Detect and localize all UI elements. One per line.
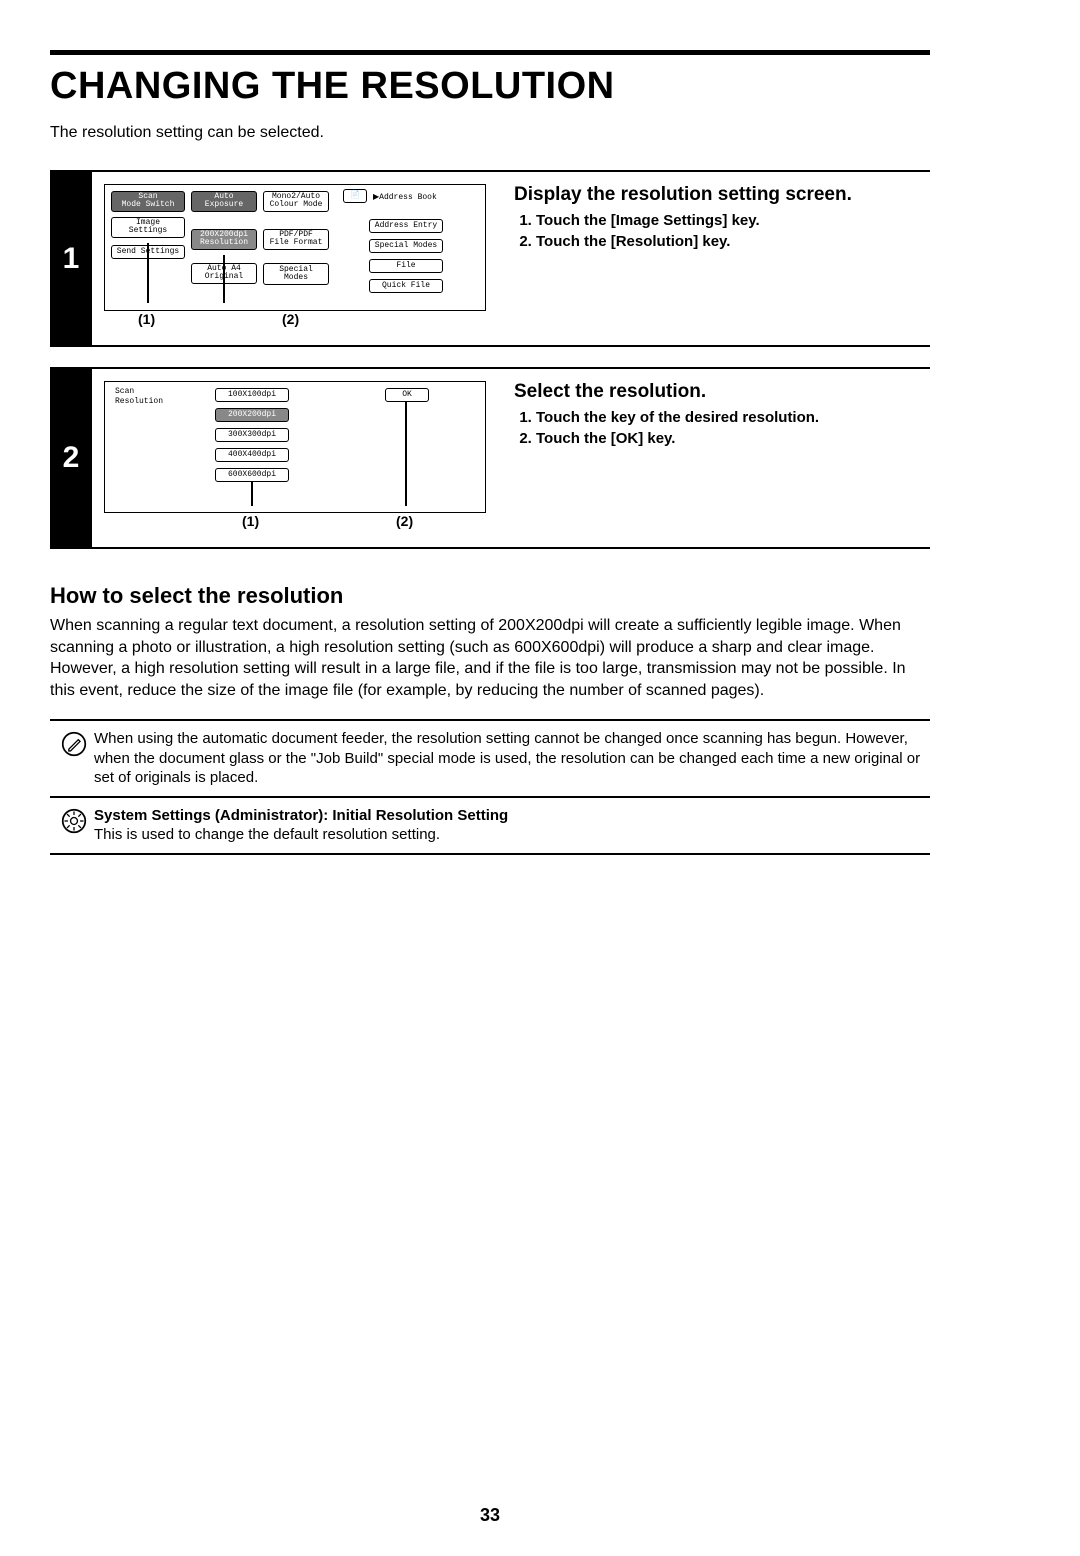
top-rule: [50, 50, 930, 55]
howto-heading: How to select the resolution: [50, 583, 930, 609]
pencil-icon: [54, 729, 94, 757]
note-2-text: This is used to change the default resol…: [94, 826, 440, 843]
file-format-button[interactable]: PDF/PDFFile Format: [263, 229, 329, 250]
colour-mode-button[interactable]: Mono2/AutoColour Mode: [263, 191, 329, 212]
exposure-button[interactable]: AutoExposure: [191, 191, 257, 212]
step-1: 1 ScanMode Switch Image Settings Send Se…: [50, 170, 930, 347]
step-1-number: 1: [50, 172, 92, 345]
lcd-screen-1: ScanMode Switch Image Settings Send Sett…: [104, 184, 486, 311]
step-2-heading: Select the resolution.: [514, 381, 930, 403]
res-100-button[interactable]: 100X100dpi: [215, 388, 289, 402]
lcd-screen-2: Scan Resolution 100X100dpi 200X200dpi 30…: [104, 381, 486, 513]
resolution-label: Resolution: [115, 398, 163, 406]
preview-icon[interactable]: 📄: [343, 189, 367, 203]
note-1-text: When using the automatic document feeder…: [94, 729, 926, 788]
callout-1-1: (1): [138, 311, 155, 327]
step-2: 2 Scan Resolution 100X100dpi 200X200dpi …: [50, 367, 930, 549]
page-number: 33: [50, 1505, 930, 1526]
step-1-heading: Display the resolution setting screen.: [514, 184, 930, 206]
scan-label: Scan: [115, 388, 134, 396]
note-2-title: System Settings (Administrator): Initial…: [94, 807, 508, 824]
callout-2-1: (1): [242, 513, 259, 529]
gear-icon: [54, 806, 94, 834]
res-300-button[interactable]: 300X300dpi: [215, 428, 289, 442]
callout-1-2: (2): [282, 311, 299, 327]
step-1-item-1: Touch the [Image Settings] key.: [536, 212, 930, 229]
step-2-number: 2: [50, 369, 92, 547]
note-2: System Settings (Administrator): Initial…: [50, 798, 930, 855]
howto-paragraph: When scanning a regular text document, a…: [50, 615, 930, 701]
step-2-item-2: Touch the [OK] key.: [536, 430, 930, 447]
special-modes-button[interactable]: Special Modes: [263, 263, 329, 285]
special-modes-2-button[interactable]: Special Modes: [369, 239, 443, 253]
resolution-button[interactable]: 200X200dpiResolution: [191, 229, 257, 250]
callout-2-2: (2): [396, 513, 413, 529]
file-button[interactable]: File: [369, 259, 443, 273]
image-settings-button[interactable]: Image Settings: [111, 217, 185, 238]
step-2-item-1: Touch the key of the desired resolution.: [536, 409, 930, 426]
res-400-button[interactable]: 400X400dpi: [215, 448, 289, 462]
page-title: CHANGING THE RESOLUTION: [50, 65, 930, 108]
quick-file-button[interactable]: Quick File: [369, 279, 443, 293]
address-entry-button[interactable]: Address Entry: [369, 219, 443, 233]
step-1-item-2: Touch the [Resolution] key.: [536, 233, 930, 250]
res-200-button[interactable]: 200X200dpi: [215, 408, 289, 422]
intro-text: The resolution setting can be selected.: [50, 124, 930, 142]
mode-switch-button[interactable]: ScanMode Switch: [111, 191, 185, 212]
note-1: When using the automatic document feeder…: [50, 719, 930, 798]
res-600-button[interactable]: 600X600dpi: [215, 468, 289, 482]
address-book-label: ▶Address Book: [373, 194, 437, 202]
ok-button[interactable]: OK: [385, 388, 429, 402]
